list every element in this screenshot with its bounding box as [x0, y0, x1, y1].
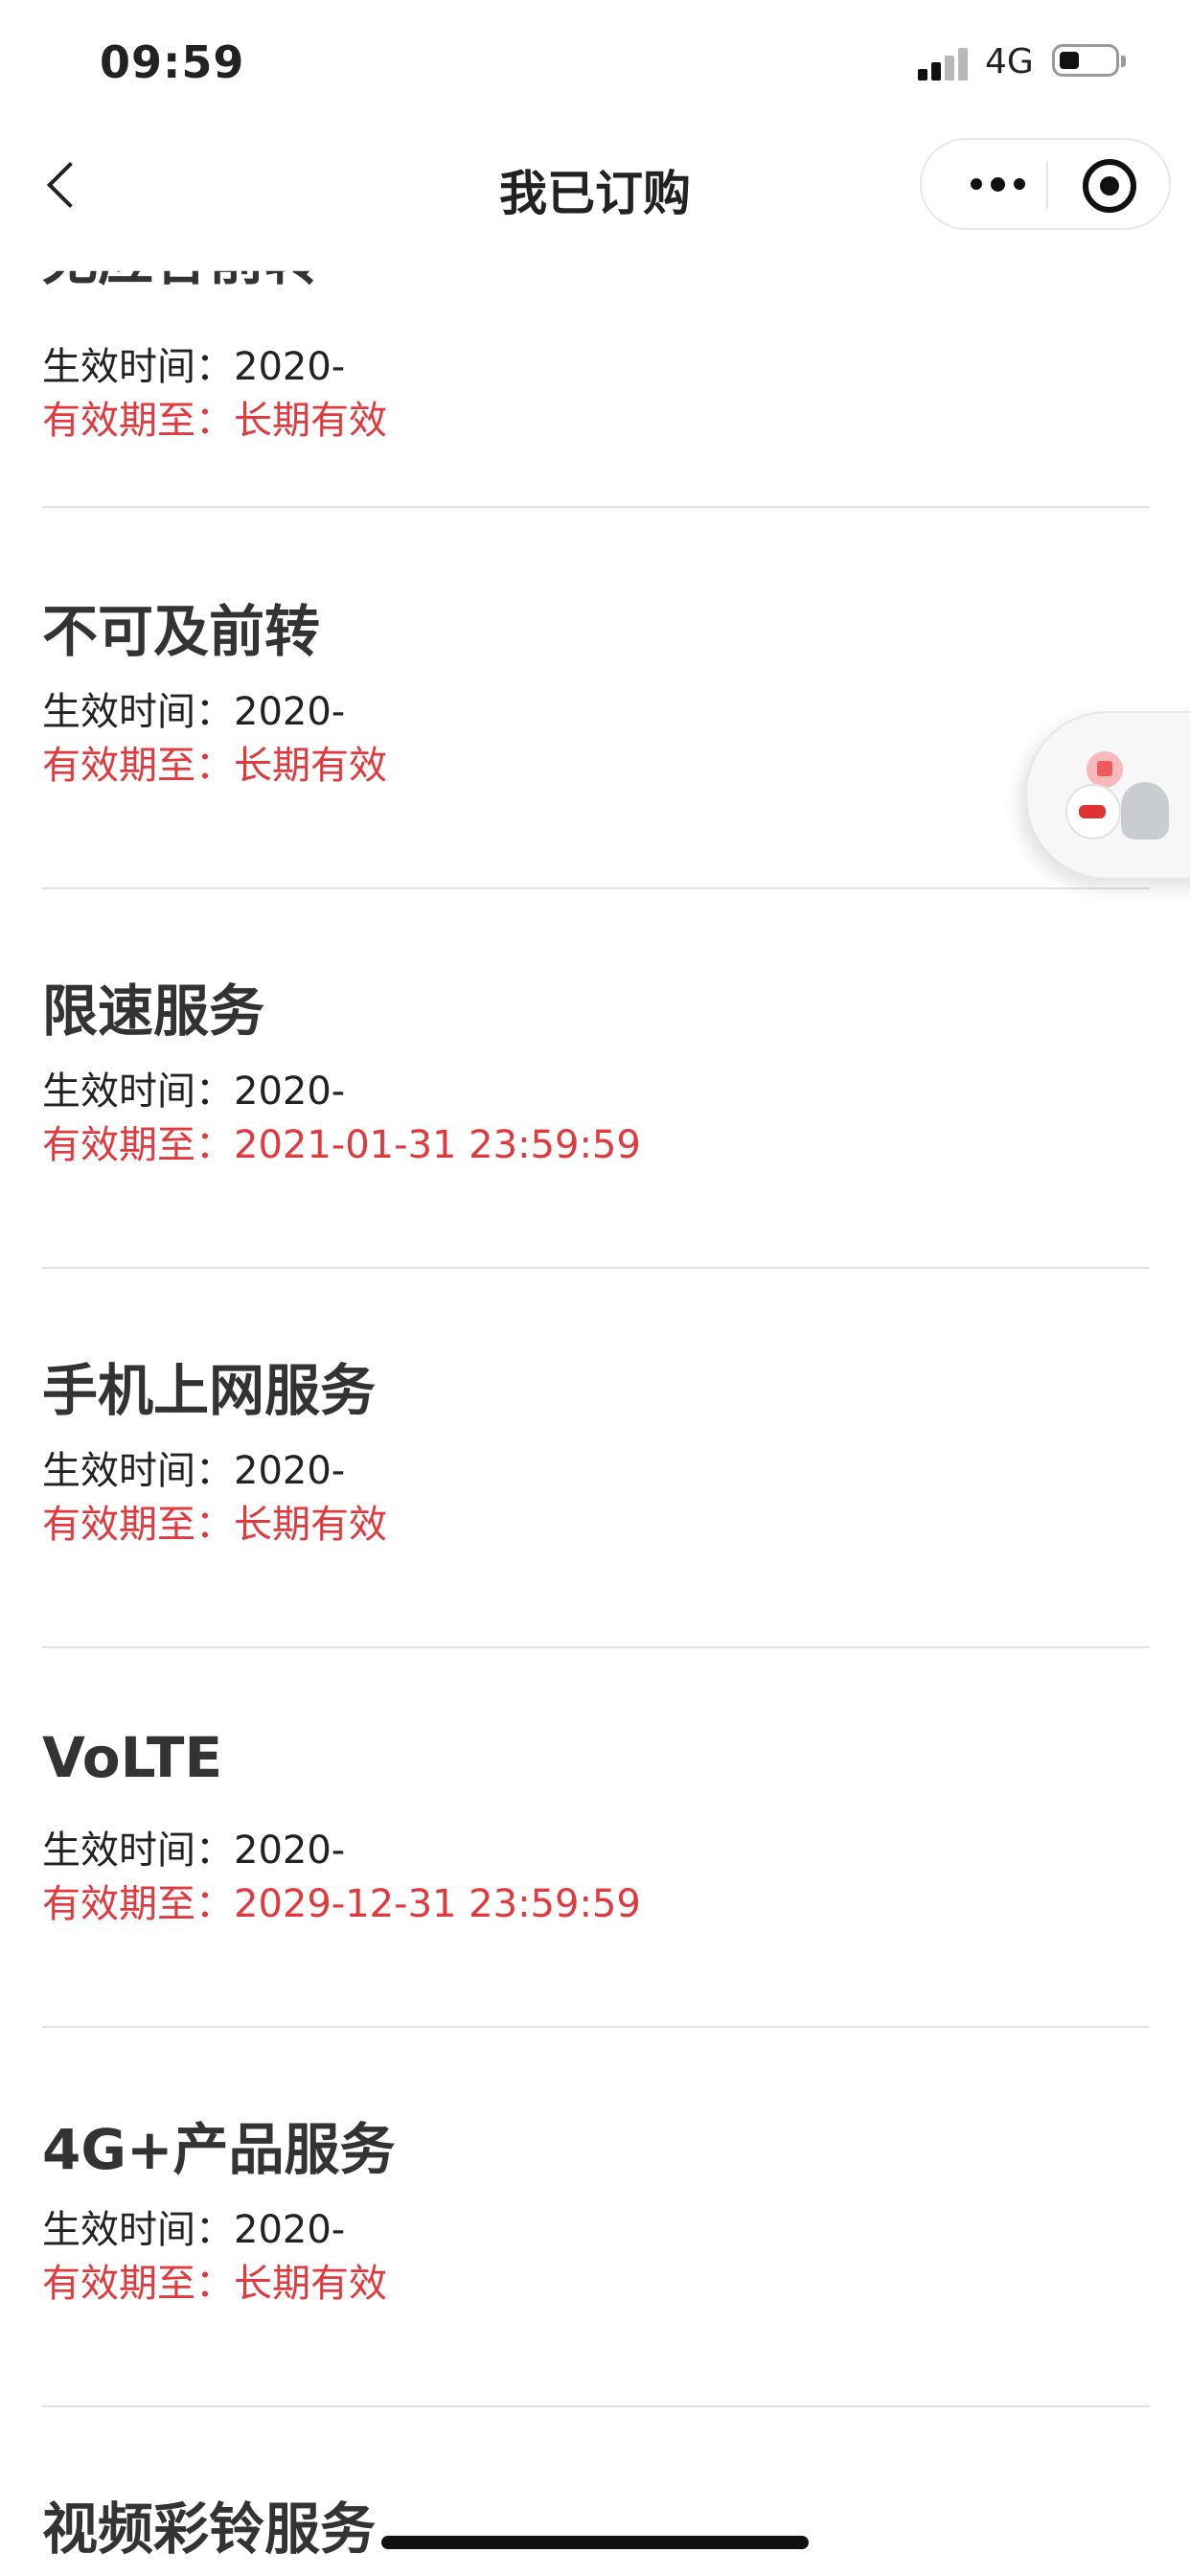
nav-bar: 我已订购	[0, 134, 1190, 234]
expire-value: 长期有效	[234, 1503, 387, 1547]
start-label: 生效时间：	[42, 345, 234, 389]
battery-icon	[1052, 44, 1126, 77]
expire-time: 有效期至：长期有效	[42, 2252, 387, 2308]
divider	[42, 506, 1150, 508]
item-title: 手机上网服务	[42, 1358, 377, 1423]
expire-time: 有效期至：2029-12-31 23:59:59	[42, 1873, 641, 1928]
subscribed-list: 无应答前转 生效时间：2020- 有效期至：长期有效 不可及前转 生效时间：20…	[0, 0, 1190, 2576]
mini-program-capsule	[920, 138, 1171, 230]
divider	[42, 887, 1150, 889]
start-label: 生效时间：	[42, 1828, 234, 1873]
start-time: 生效时间：2020-	[42, 1060, 345, 1116]
close-button[interactable]	[1083, 159, 1136, 213]
expire-time: 有效期至：长期有效	[42, 734, 387, 790]
expire-value: 2029-12-31 23:59:59	[234, 1882, 641, 1926]
home-indicator	[381, 2536, 809, 2549]
start-value: 2020-	[234, 690, 346, 734]
divider	[42, 1646, 1150, 1648]
floating-shop-button[interactable]	[1025, 711, 1190, 880]
item-title: VoLTE	[42, 1725, 223, 1790]
item-title: 视频彩铃服务	[42, 2496, 377, 2562]
network-type: 4G	[985, 42, 1034, 81]
status-bar: 09:59 4G	[0, 0, 1190, 134]
start-label: 生效时间：	[42, 1449, 234, 1493]
expire-value: 长期有效	[234, 2262, 387, 2306]
divider	[42, 2405, 1150, 2407]
expire-value: 2021-01-31 23:59:59	[234, 1123, 641, 1167]
start-value: 2020-	[234, 1449, 346, 1493]
battery-level	[1060, 52, 1079, 69]
start-label: 生效时间：	[42, 1070, 234, 1114]
divider	[42, 1267, 1150, 1269]
expire-time: 有效期至：2021-01-31 23:59:59	[42, 1114, 641, 1169]
item-title: 限速服务	[42, 978, 265, 1044]
start-value: 2020-	[234, 1070, 346, 1114]
start-label: 生效时间：	[42, 2208, 234, 2252]
start-time: 生效时间：2020-	[42, 2198, 345, 2254]
expire-label: 有效期至：	[42, 399, 234, 443]
expire-label: 有效期至：	[42, 744, 234, 788]
signal-icon	[918, 46, 968, 80]
expire-label: 有效期至：	[42, 2262, 234, 2306]
expire-time: 有效期至：长期有效	[42, 1493, 387, 1549]
person-avatar-icon	[1121, 782, 1169, 840]
expire-label: 有效期至：	[42, 1503, 234, 1547]
shop-bag-icon	[1087, 751, 1123, 788]
expire-label: 有效期至：	[42, 1882, 234, 1926]
expire-value: 长期有效	[234, 744, 387, 788]
start-time: 生效时间：2020-	[42, 335, 345, 391]
start-value: 2020-	[234, 1828, 346, 1873]
start-time: 生效时间：2020-	[42, 1439, 345, 1495]
expire-label: 有效期至：	[42, 1123, 234, 1167]
status-time: 09:59	[100, 36, 245, 88]
brand-logo-icon	[1065, 784, 1121, 840]
capsule-divider	[1046, 161, 1048, 209]
start-value: 2020-	[234, 2208, 346, 2252]
item-title: 4G+产品服务	[42, 2117, 396, 2182]
expire-time: 有效期至：长期有效	[42, 389, 387, 445]
more-dots-icon	[970, 178, 982, 190]
start-label: 生效时间：	[42, 690, 234, 734]
start-time: 生效时间：2020-	[42, 1819, 345, 1874]
divider	[42, 2026, 1150, 2028]
start-value: 2020-	[234, 345, 346, 389]
item-title: 不可及前转	[42, 599, 321, 664]
start-time: 生效时间：2020-	[42, 680, 345, 736]
expire-value: 长期有效	[234, 399, 387, 443]
more-button[interactable]	[954, 165, 1041, 203]
